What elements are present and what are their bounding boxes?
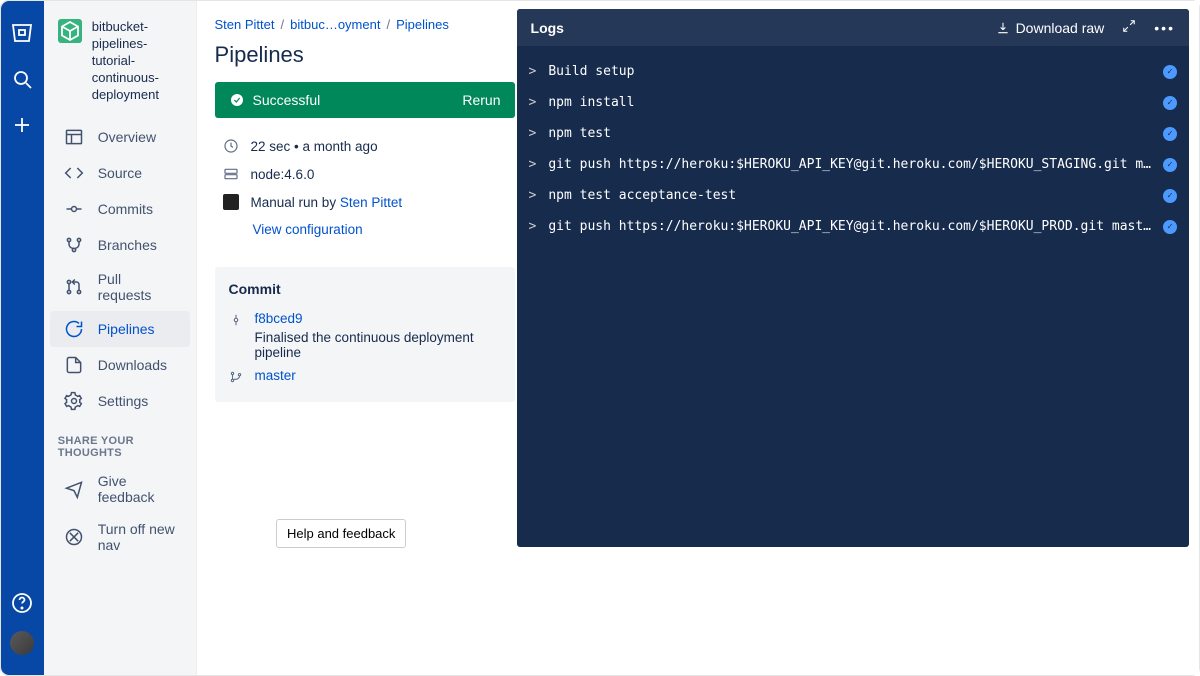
commit-hash-link[interactable]: f8bced9 [255, 311, 303, 326]
sidebar-label: Give feedback [98, 473, 176, 505]
breadcrumb: Sten Pittet/ bitbuc…oyment/ Pipelines [215, 17, 517, 32]
meta-run-prefix: Manual run by [251, 195, 340, 210]
sidebar-item-feedback[interactable]: Give feedback [50, 465, 190, 513]
sidebar-label: Downloads [98, 357, 167, 373]
log-line[interactable]: > git push https://heroku:$HEROKU_API_KEY… [529, 149, 1177, 180]
breadcrumb-link[interactable]: Sten Pittet [215, 17, 275, 32]
sidebar-item-overview[interactable]: Overview [50, 119, 190, 155]
global-nav-rail [1, 1, 44, 675]
step-success-icon: ✓ [1163, 127, 1177, 141]
log-text: npm test [548, 126, 1151, 141]
logs-panel: Logs Download raw ••• > Build setup ✓ > npm … [517, 9, 1189, 547]
more-icon[interactable]: ••• [1154, 20, 1175, 36]
sidebar-label: Turn off new nav [98, 521, 176, 553]
download-icon [996, 21, 1010, 35]
status-bar: Successful Rerun [215, 82, 515, 118]
help-icon[interactable] [10, 591, 34, 615]
rerun-button[interactable]: Rerun [462, 92, 500, 108]
user-avatar[interactable] [10, 631, 34, 655]
sidebar-item-branches[interactable]: Branches [50, 227, 190, 263]
chevron-right-icon: > [529, 157, 537, 172]
sidebar-item-turnoff[interactable]: Turn off new nav [50, 513, 190, 561]
step-success-icon: ✓ [1163, 96, 1177, 110]
log-line[interactable]: > git push https://heroku:$HEROKU_API_KEY… [529, 211, 1177, 242]
log-text: Build setup [548, 64, 1151, 79]
sidebar-label: Settings [98, 393, 149, 409]
help-feedback-button[interactable]: Help and feedback [276, 519, 406, 548]
check-circle-icon [229, 92, 245, 108]
log-text: git push https://heroku:$HEROKU_API_KEY@… [548, 157, 1151, 172]
project-name: bitbucket-pipelines-tutorial-continuous-… [92, 19, 182, 103]
log-text: npm install [548, 95, 1151, 110]
sidebar-label: Source [98, 165, 142, 181]
meta-time: 22 sec • a month ago [251, 139, 378, 154]
chevron-right-icon: > [529, 219, 537, 234]
commit-card: Commit f8bced9 Finalised the continuous d… [215, 267, 515, 402]
commit-title: Commit [229, 281, 501, 297]
project-logo-icon [58, 19, 82, 43]
chevron-right-icon: > [529, 64, 537, 79]
chevron-right-icon: > [529, 95, 537, 110]
log-line[interactable]: > npm test acceptance-test ✓ [529, 180, 1177, 211]
sidebar-item-downloads[interactable]: Downloads [50, 347, 190, 383]
branch-link[interactable]: master [255, 368, 296, 383]
step-success-icon: ✓ [1163, 220, 1177, 234]
view-configuration-link[interactable]: View configuration [253, 222, 363, 237]
breadcrumb-link[interactable]: Pipelines [396, 17, 449, 32]
plus-icon[interactable] [10, 113, 34, 137]
sidebar-group-title: SHARE YOUR THOUGHTS [44, 419, 196, 465]
chevron-right-icon: > [529, 188, 537, 203]
sidebar-label: Branches [98, 237, 157, 253]
chevron-right-icon: > [529, 126, 537, 141]
server-icon [223, 166, 239, 182]
log-line[interactable]: > npm install ✓ [529, 87, 1177, 118]
search-icon[interactable] [10, 67, 34, 91]
sidebar: bitbucket-pipelines-tutorial-continuous-… [44, 1, 197, 675]
log-text: npm test acceptance-test [548, 188, 1151, 203]
page-title: Pipelines [215, 42, 517, 68]
sidebar-label: Commits [98, 201, 153, 217]
sidebar-item-pipelines[interactable]: Pipelines [50, 311, 190, 347]
commit-message: Finalised the continuous deployment pipe… [255, 330, 501, 360]
log-text: git push https://heroku:$HEROKU_API_KEY@… [548, 219, 1151, 234]
meta-user-link[interactable]: Sten Pittet [340, 195, 402, 210]
download-raw-button[interactable]: Download raw [996, 20, 1105, 36]
commit-icon [229, 313, 243, 327]
sidebar-item-commits[interactable]: Commits [50, 191, 190, 227]
log-line[interactable]: > Build setup ✓ [529, 56, 1177, 87]
branch-icon [229, 370, 243, 384]
sidebar-label: Overview [98, 129, 156, 145]
sidebar-label: Pipelines [98, 321, 155, 337]
meta-image: node:4.6.0 [251, 167, 315, 182]
log-line[interactable]: > npm test ✓ [529, 118, 1177, 149]
status-label: Successful [253, 92, 321, 108]
sidebar-item-settings[interactable]: Settings [50, 383, 190, 419]
sidebar-item-source[interactable]: Source [50, 155, 190, 191]
user-avatar-icon [223, 194, 239, 210]
logs-title: Logs [531, 20, 564, 36]
sidebar-label: Pull requests [98, 271, 176, 303]
clock-icon [223, 138, 239, 154]
expand-icon[interactable] [1122, 19, 1136, 36]
sidebar-item-pull-requests[interactable]: Pull requests [50, 263, 190, 311]
step-success-icon: ✓ [1163, 65, 1177, 79]
bitbucket-logo-icon[interactable] [10, 21, 34, 45]
step-success-icon: ✓ [1163, 158, 1177, 172]
breadcrumb-link[interactable]: bitbuc…oyment [290, 17, 380, 32]
step-success-icon: ✓ [1163, 189, 1177, 203]
